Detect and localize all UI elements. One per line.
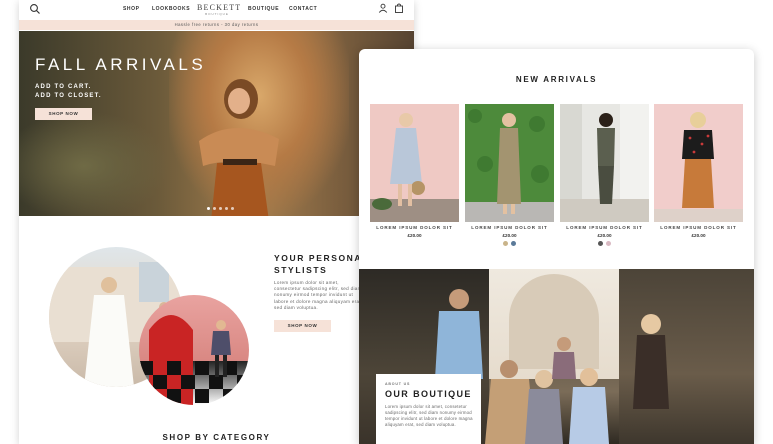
carousel-dot[interactable]	[213, 207, 216, 210]
new-arrivals-mockup: NEW ARRIVALS LOREM IPSUM DOLOR SIT £20.0…	[359, 49, 754, 444]
stylist-image-2	[139, 295, 249, 405]
product-swatches	[370, 241, 459, 246]
carousel-dots	[207, 207, 234, 210]
stylists-heading: YOUR PERSONAL STYLISTS	[274, 252, 369, 276]
product-image[interactable]	[560, 104, 649, 222]
product-price: £20.00	[502, 233, 517, 238]
hero-background	[19, 111, 169, 216]
hero-shop-now-button[interactable]: SHOP NOW	[35, 108, 92, 120]
color-swatch[interactable]	[503, 241, 508, 246]
about-us-card: ABOUT US OUR BOUTIQUE Lorem ipsum dolor …	[376, 374, 481, 444]
product-swatches	[560, 241, 649, 246]
color-swatch[interactable]	[598, 241, 603, 246]
product-photo	[465, 109, 554, 222]
stylist-photo-2	[139, 315, 249, 405]
carousel-dot[interactable]	[207, 207, 210, 210]
nav-item-shop[interactable]: SHOP	[123, 6, 140, 12]
color-swatch[interactable]	[511, 241, 516, 246]
stylists-heading-line-2: STYLISTS	[274, 265, 328, 275]
search-icon[interactable]	[29, 3, 41, 15]
nav-item-contact[interactable]: CONTACT	[289, 6, 317, 12]
new-arrivals-heading: NEW ARRIVALS	[515, 75, 598, 84]
bag-icon[interactable]	[394, 3, 404, 13]
product-image[interactable]	[654, 104, 743, 222]
product-card[interactable]: LOREM IPSUM DOLOR SIT £20.00	[654, 104, 743, 246]
product-photo	[370, 113, 459, 222]
product-swatches	[654, 241, 743, 246]
carousel-dot[interactable]	[219, 207, 222, 210]
logo-text: BECKETT	[197, 3, 242, 12]
stylists-description: Lorem ipsum dolor sit amet, consectetur …	[274, 280, 363, 310]
boutique-banner: ABOUT US OUR BOUTIQUE Lorem ipsum dolor …	[359, 269, 754, 444]
product-price: £20.00	[597, 233, 612, 238]
nav-item-boutique[interactable]: BOUTIQUE	[248, 6, 279, 12]
stylists-heading-line-1: YOUR PERSONAL	[274, 253, 369, 263]
product-card[interactable]: LOREM IPSUM DOLOR SIT £20.00	[370, 104, 459, 246]
promo-banner: Hassle free returns - 30 day returns	[19, 20, 414, 30]
carousel-dot[interactable]	[225, 207, 228, 210]
hero-tagline-line-2: ADD TO CLOSET.	[35, 93, 102, 99]
top-nav: SHOP LOOKBOOKS BECKETT BOUTIQUE BOUTIQUE…	[19, 0, 414, 20]
hero-title: FALL ARRIVALS	[35, 55, 207, 74]
product-price: £20.00	[407, 233, 422, 238]
user-icon[interactable]	[378, 3, 388, 13]
nav-item-lookbooks[interactable]: LOOKBOOKS	[152, 6, 190, 12]
hero-tagline-line-1: ADD TO CART.	[35, 84, 92, 90]
carousel-dot[interactable]	[231, 207, 234, 210]
about-us-description: Lorem ipsum dolor sit amet, consetetur s…	[385, 404, 473, 427]
color-swatch[interactable]	[606, 241, 611, 246]
brand-logo[interactable]: BECKETT BOUTIQUE	[197, 3, 242, 16]
logo-subtext: BOUTIQUE	[205, 12, 229, 16]
hero-tagline: ADD TO CART. ADD TO CLOSET.	[35, 83, 102, 101]
hero-banner: FALL ARRIVALS ADD TO CART. ADD TO CLOSET…	[19, 31, 414, 216]
product-photo	[654, 112, 743, 222]
product-card[interactable]: LOREM IPSUM DOLOR SIT £20.00	[465, 104, 554, 246]
product-photo	[560, 104, 649, 222]
homepage-mockup: SHOP LOOKBOOKS BECKETT BOUTIQUE BOUTIQUE…	[19, 0, 414, 444]
product-price: £20.00	[691, 233, 706, 238]
product-name[interactable]: LOREM IPSUM DOLOR SIT	[654, 225, 743, 230]
product-swatches	[465, 241, 554, 246]
about-us-kicker: ABOUT US	[385, 382, 411, 386]
product-card[interactable]: LOREM IPSUM DOLOR SIT £20.00	[560, 104, 649, 246]
shop-by-category-heading: SHOP BY CATEGORY	[162, 433, 271, 442]
product-image[interactable]	[370, 104, 459, 222]
product-name[interactable]: LOREM IPSUM DOLOR SIT	[560, 225, 649, 230]
product-image[interactable]	[465, 104, 554, 222]
stylists-shop-now-button[interactable]: SHOP NOW	[274, 320, 331, 332]
product-name[interactable]: LOREM IPSUM DOLOR SIT	[370, 225, 459, 230]
hero-model-image	[199, 79, 279, 216]
our-boutique-heading: OUR BOUTIQUE	[385, 389, 472, 399]
product-name[interactable]: LOREM IPSUM DOLOR SIT	[465, 225, 554, 230]
